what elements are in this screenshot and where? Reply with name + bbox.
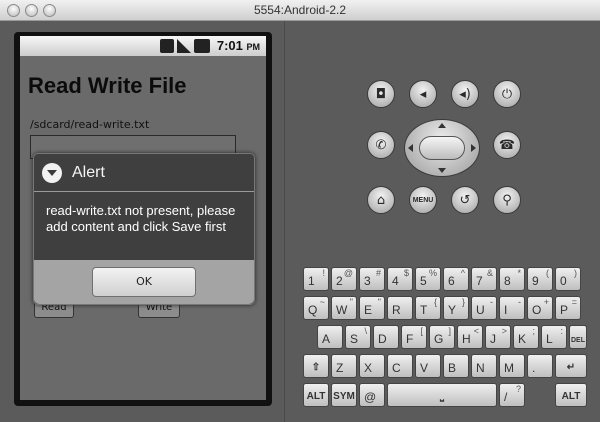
key-n[interactable]: N	[471, 354, 497, 378]
key-shift[interactable]: ⇧	[303, 354, 329, 378]
alert-header: Alert	[34, 154, 254, 192]
key-r[interactable]: R	[387, 296, 413, 320]
key-k[interactable]: ; K	[513, 325, 539, 349]
key-1[interactable]: ! 1	[303, 267, 329, 291]
panel-divider	[284, 21, 285, 422]
dpad-down-icon[interactable]	[438, 168, 446, 173]
key-g[interactable]: ] G	[429, 325, 455, 349]
battery-icon	[194, 39, 210, 53]
key-del[interactable]: DEL	[569, 325, 587, 349]
clock-ampm: PM	[246, 42, 261, 52]
volume-down-icon: ◂	[419, 86, 427, 102]
end-call-button[interactable]: ☎	[493, 131, 521, 159]
enter-icon: ↵	[566, 362, 576, 373]
dpad-up-icon[interactable]	[438, 123, 446, 128]
hardware-keyboard: ! 1 @2 #3 $4 % 5 ^ 6 & 7 * 8 (9 ) 0 ~ Q " W " E R…	[303, 267, 587, 407]
clock-time: 7:01	[216, 38, 243, 53]
key-d[interactable]: D	[373, 325, 399, 349]
key-2[interactable]: @2	[331, 267, 357, 291]
key-l[interactable]: :L	[541, 325, 567, 349]
key-i[interactable]: -I	[499, 296, 525, 320]
back-icon: ↺	[459, 192, 471, 208]
key-3[interactable]: #3	[359, 267, 385, 291]
key-h[interactable]: < H	[457, 325, 483, 349]
key-s[interactable]: \ S	[345, 325, 371, 349]
key-j[interactable]: > J	[485, 325, 511, 349]
home-icon: ⌂	[376, 192, 386, 208]
key-z[interactable]: Z	[331, 354, 357, 378]
signal-icon	[177, 39, 191, 53]
key-enter[interactable]: ↵	[555, 354, 587, 378]
end-call-icon: ☎	[498, 137, 516, 153]
camera-icon: ◘	[375, 86, 387, 102]
app-title: Read Write File	[28, 73, 187, 98]
key-f[interactable]: [F	[401, 325, 427, 349]
key-x[interactable]: X	[359, 354, 385, 378]
dpad-left-icon[interactable]	[408, 144, 413, 152]
status-clock: 7:01 PM	[217, 38, 260, 53]
key-5[interactable]: % 5	[415, 267, 441, 291]
key-u[interactable]: -U	[471, 296, 497, 320]
key-q[interactable]: ~ Q	[303, 296, 329, 320]
key-b[interactable]: B	[443, 354, 469, 378]
file-path-label: /sdcard/read-write.txt	[30, 118, 150, 131]
key-a[interactable]: A	[317, 325, 343, 349]
search-button[interactable]: ⚲	[493, 186, 521, 214]
volume-up-icon: ◂)	[459, 86, 471, 102]
key-v[interactable]: V	[415, 354, 441, 378]
key-e[interactable]: " E	[359, 296, 385, 320]
back-button[interactable]: ↺	[451, 186, 479, 214]
key-p[interactable]: = P	[555, 296, 581, 320]
shift-icon: ⇧	[311, 362, 321, 373]
key-y[interactable]: } Y	[443, 296, 469, 320]
key-0[interactable]: ) 0	[555, 267, 581, 291]
key-c[interactable]: C	[387, 354, 413, 378]
key-w[interactable]: " W	[331, 296, 357, 320]
key-alt-left[interactable]: ALT	[303, 383, 329, 407]
alert-dialog: Alert read-write.txt not present, please…	[33, 153, 255, 305]
alert-message: read-write.txt not present, please add c…	[46, 203, 236, 234]
key-space[interactable]: ⎵	[387, 383, 497, 407]
dpad-center-button[interactable]	[419, 136, 465, 160]
search-icon: ⚲	[502, 192, 512, 208]
camera-button[interactable]: ◘	[367, 80, 395, 108]
key-o[interactable]: + O	[527, 296, 553, 320]
home-button[interactable]: ⌂	[367, 186, 395, 214]
key-m[interactable]: M	[499, 354, 525, 378]
key-8[interactable]: * 8	[499, 267, 525, 291]
menu-label: MENU	[412, 196, 434, 204]
key-period[interactable]: .	[527, 354, 553, 378]
power-button[interactable]: ⏻	[493, 80, 521, 108]
key-alt-right[interactable]: ALT	[555, 383, 587, 407]
volume-up-button[interactable]: ◂)	[451, 80, 479, 108]
key-t[interactable]: {T	[415, 296, 441, 320]
key-4[interactable]: $4	[387, 267, 413, 291]
key-6[interactable]: ^ 6	[443, 267, 469, 291]
dpad-right-icon[interactable]	[471, 144, 476, 152]
key-at[interactable]: @	[359, 383, 385, 407]
menu-button[interactable]: MENU	[409, 186, 437, 214]
key-7[interactable]: & 7	[471, 267, 497, 291]
status-bar: 7:01 PM	[20, 36, 266, 56]
power-icon: ⏻	[501, 86, 513, 102]
alert-dropdown-icon	[42, 163, 62, 183]
window-title: 5554:Android-2.2	[253, 3, 347, 17]
call-button[interactable]: ✆	[367, 131, 395, 159]
volume-down-button[interactable]: ◂	[409, 80, 437, 108]
key-sym[interactable]: SYM	[331, 383, 357, 407]
phone-icon: ✆	[375, 137, 387, 153]
ok-button[interactable]: OK	[92, 267, 196, 297]
usb-debug-icon	[160, 39, 174, 53]
space-icon: ⎵	[440, 391, 444, 402]
key-slash[interactable]: /?	[499, 383, 525, 407]
alert-title: Alert	[72, 164, 105, 181]
window-titlebar: 5554:Android-2.2	[0, 0, 600, 21]
alert-footer: OK	[34, 260, 254, 304]
key-9[interactable]: (9	[527, 267, 553, 291]
